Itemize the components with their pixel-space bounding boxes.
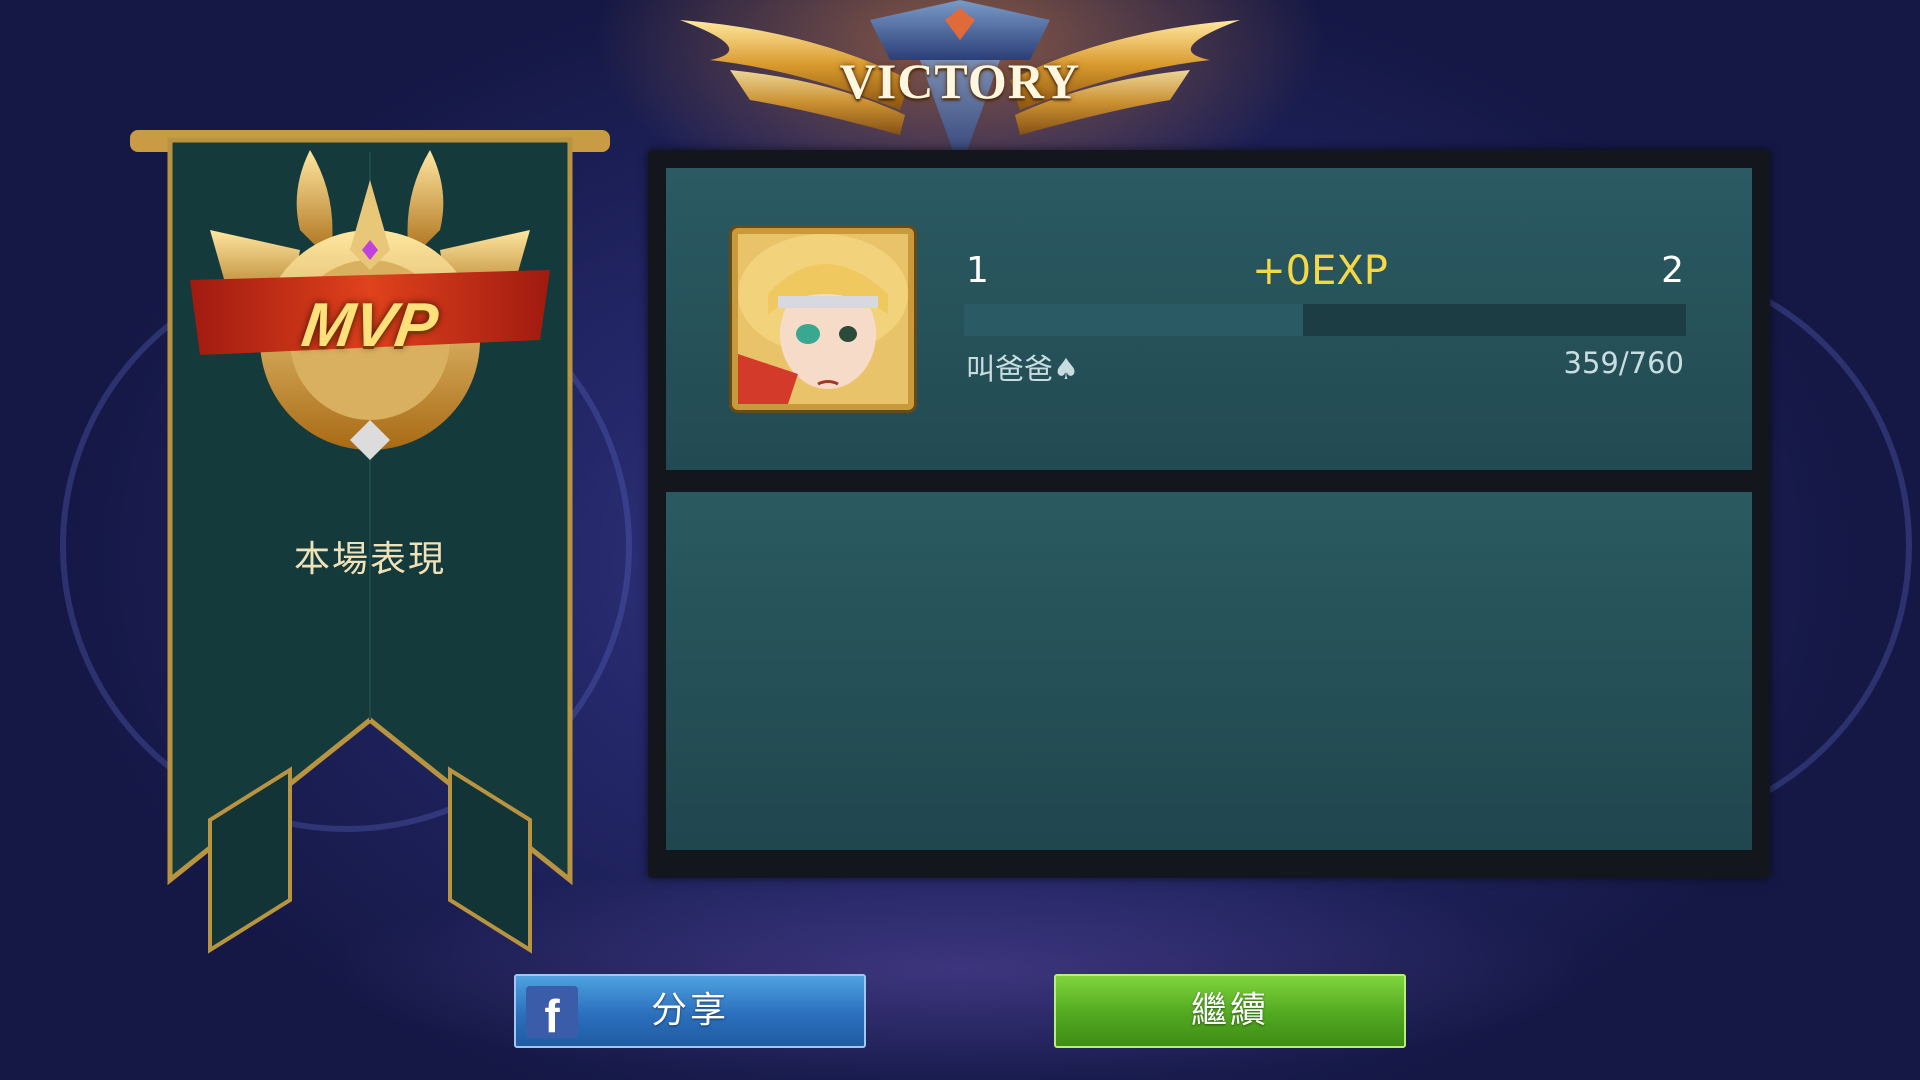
mvp-banner: MVP 本場表現 <box>130 120 610 960</box>
current-level: 1 <box>966 250 989 291</box>
player-name: 叫爸爸♠ <box>966 352 1079 386</box>
share-button[interactable]: f 分享 <box>514 974 866 1048</box>
victory-emblem: VICTORY <box>670 0 1250 175</box>
hero-portrait-art <box>738 234 908 404</box>
hero-portrait-icon <box>732 228 914 410</box>
continue-button-label: 繼續 <box>1190 990 1269 1031</box>
exp-progress-fill <box>964 304 1304 336</box>
result-empty-section <box>666 492 1752 850</box>
exp-progress-text: 359/760 <box>1563 346 1684 380</box>
mvp-medal: MVP <box>190 140 550 480</box>
mvp-badge-text: MVP <box>297 291 443 360</box>
victory-title: VICTORY <box>839 53 1081 109</box>
next-level: 2 <box>1661 250 1684 291</box>
continue-button[interactable]: 繼續 <box>1054 974 1406 1048</box>
share-button-label: 分享 <box>650 990 729 1031</box>
exp-progress-bar <box>964 304 1686 336</box>
exp-gain-text: +0EXP <box>1252 248 1388 294</box>
performance-label: 本場表現 <box>293 539 446 580</box>
